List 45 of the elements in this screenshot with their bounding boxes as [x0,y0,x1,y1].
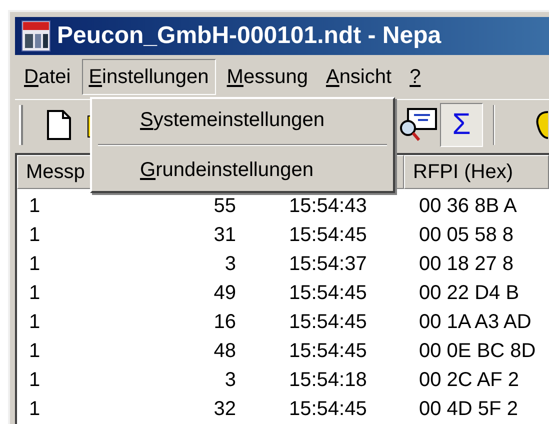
table-cell: 15:54:45 [289,224,367,246]
magnifier-screen-icon [398,108,438,142]
cut-off-icon [534,110,548,140]
table-cell: 00 18 27 8 [419,252,514,274]
table-cell: 3 [224,252,236,274]
table-cell: 15:54:45 [289,398,367,420]
table-cell: 15:54:18 [289,368,367,390]
table-cell: 1 [29,224,40,246]
document-icon [46,110,71,140]
table-cell: 00 4D 5F 2 [419,398,518,420]
table-cell: 1 [29,340,40,362]
table-cell: 1 [29,310,40,332]
menu-option[interactable]: Systemeinstellungen [92,103,393,137]
table-cell: 32 [214,398,236,420]
window-title: Peucon_GmbH-000101.ndt - Nepa [57,21,442,51]
table-cell: 00 05 58 8 [419,224,514,246]
table-cell: 15:54:45 [289,282,367,304]
table-cell: 15:54:43 [289,194,367,216]
table-cell: 15:54:45 [289,310,367,332]
table-cell: 15:54:45 [289,340,367,362]
table-cell: 1 [29,194,40,216]
table-cell: 49 [214,282,236,304]
table-cell: 00 0E BC 8D [419,340,536,362]
app-icon [21,20,51,52]
table-cell: 00 2C AF 2 [419,368,520,390]
column-header[interactable]: RFPI (Hex) [404,155,549,189]
table-cell: 00 36 8B A [419,194,517,216]
table-cell: 55 [214,194,236,216]
table-cell: 3 [224,368,236,390]
table-cell: 16 [214,310,236,332]
menu-item[interactable]: Einstellungen [82,59,216,95]
menu-item[interactable]: Ansicht [318,59,399,95]
sigma-button[interactable]: Σ [440,102,484,146]
table-cell: 00 22 D4 B [419,282,520,304]
table-cell: 1 [29,398,40,420]
menu-item[interactable]: Datei [17,59,78,95]
table-cell: 31 [214,224,236,246]
table-cell: 1 [29,368,40,390]
menu-item[interactable]: ? [402,59,428,95]
table-cell: 1 [29,282,40,304]
table-cell: 1 [29,252,40,274]
menu-item[interactable]: Messung [220,59,315,95]
table-cell: 48 [214,340,236,362]
table-cell: 00 1A A3 AD [419,310,532,332]
table-cell: 15:54:37 [289,252,367,274]
